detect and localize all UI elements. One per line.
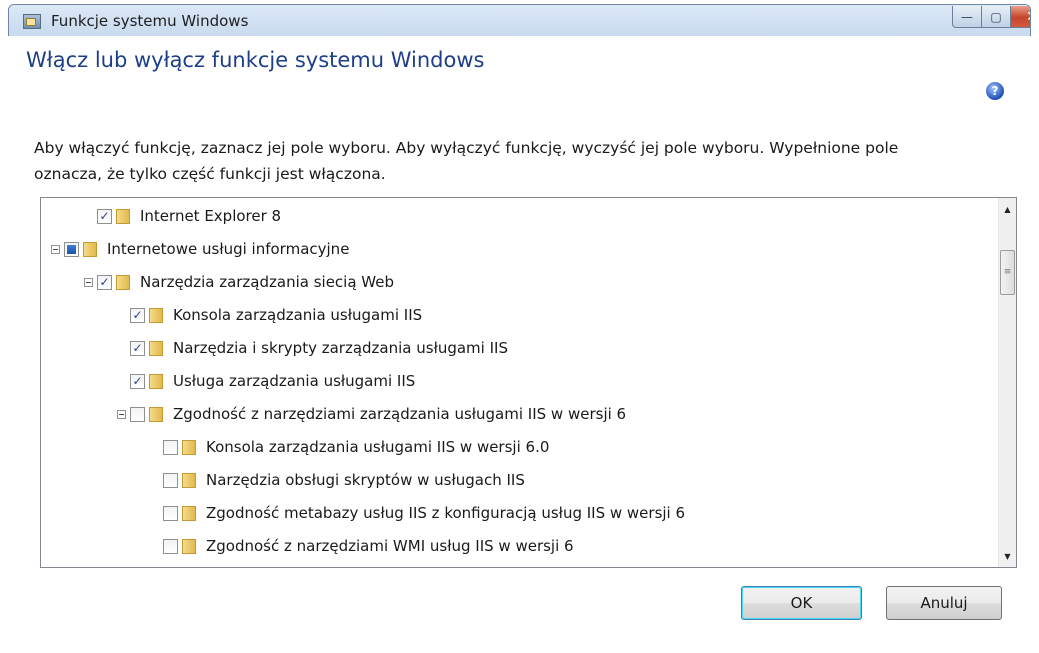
tree-item[interactable]: ✓ Konsola zarządzania usługami IIS bbox=[117, 302, 422, 328]
description-text: Aby włączyć funkcję, zaznacz jej pole wy… bbox=[34, 139, 899, 183]
scroll-up-arrow-icon[interactable]: ▲ bbox=[999, 200, 1016, 218]
folder-icon bbox=[182, 471, 198, 489]
minimize-button[interactable]: — bbox=[952, 6, 982, 28]
tree-item[interactable]: Narzędzia obsługi skryptów w usługach II… bbox=[150, 467, 525, 493]
tree-item-label: Zgodność z narzędziami zarządzania usług… bbox=[173, 405, 627, 423]
tree-item-label: Konsola zarządzania usługami IIS bbox=[173, 306, 423, 324]
collapse-icon[interactable] bbox=[117, 409, 126, 419]
tree-item-label: Narzędzia obsługi skryptów w usługach II… bbox=[206, 471, 525, 489]
tree-item-label: Zgodność metabazy usług IIS z konfigurac… bbox=[206, 504, 686, 522]
collapse-icon[interactable] bbox=[51, 244, 60, 254]
feature-checkbox[interactable]: ✓ bbox=[130, 373, 145, 389]
feature-checkbox[interactable]: ✓ bbox=[97, 274, 112, 290]
folder-icon bbox=[116, 273, 132, 291]
tree-item[interactable]: Zgodność metabazy usług IIS z konfigurac… bbox=[150, 500, 685, 526]
cancel-button[interactable]: Anuluj bbox=[886, 586, 1002, 620]
tree-item[interactable]: ✓ Narzędzia i skrypty zarządzania usługam… bbox=[117, 335, 508, 361]
tree-item-label: Internetowe usługi informacyjne bbox=[107, 240, 350, 258]
feature-checkbox[interactable] bbox=[64, 241, 79, 257]
folder-icon bbox=[149, 339, 165, 357]
feature-checkbox[interactable]: ✓ bbox=[130, 307, 145, 323]
feature-checkbox[interactable] bbox=[130, 406, 145, 422]
tree-item[interactable]: Zgodność z narzędziami zarządzania usług… bbox=[117, 401, 626, 427]
page-heading: Włącz lub wyłącz funkcje systemu Windows bbox=[26, 48, 485, 72]
tree-item[interactable]: Zgodność z narzędziami WMI usług IIS w w… bbox=[150, 533, 574, 559]
tree-item-label: Konsola zarządzania usługami IIS w wersj… bbox=[206, 438, 550, 456]
vertical-scrollbar[interactable]: ▲ ≡ ▼ bbox=[998, 198, 1016, 567]
folder-icon bbox=[182, 537, 198, 555]
tree-item[interactable]: Serwer FTP bbox=[84, 566, 224, 567]
control-panel-icon bbox=[23, 14, 41, 29]
tree-item[interactable]: ✓ Narzędzia zarządzania siecią Web bbox=[84, 269, 394, 295]
help-icon[interactable]: ? bbox=[986, 82, 1004, 100]
folder-icon bbox=[149, 306, 165, 324]
collapse-icon[interactable] bbox=[84, 277, 93, 287]
features-tree-list: ✓ Internet Explorer 8 Internetowe usługi i… bbox=[41, 198, 998, 567]
title-bar[interactable]: Funkcje systemu Windows — ▢ ✕ bbox=[9, 5, 1030, 37]
tree-item-label: Internet Explorer 8 bbox=[140, 207, 282, 225]
feature-checkbox[interactable] bbox=[163, 505, 178, 521]
folder-icon bbox=[149, 405, 165, 423]
scroll-down-arrow-icon[interactable]: ▼ bbox=[999, 547, 1016, 565]
ok-button[interactable]: OK bbox=[741, 586, 862, 620]
folder-icon bbox=[83, 240, 99, 258]
folder-icon bbox=[116, 207, 132, 225]
tree-item[interactable]: Konsola zarządzania usługami IIS w wersj… bbox=[150, 434, 549, 460]
folder-icon bbox=[182, 504, 198, 522]
features-tree: ✓ Internet Explorer 8 Internetowe usługi i… bbox=[40, 197, 1017, 568]
window-title: Funkcje systemu Windows bbox=[51, 12, 249, 30]
maximize-button[interactable]: ▢ bbox=[981, 6, 1011, 28]
feature-checkbox[interactable]: ✓ bbox=[97, 208, 112, 224]
tree-item[interactable]: ✓ Usługa zarządzania usługami IIS bbox=[117, 368, 415, 394]
folder-icon bbox=[149, 372, 165, 390]
scroll-thumb[interactable]: ≡ bbox=[1000, 250, 1015, 295]
feature-checkbox[interactable] bbox=[163, 472, 178, 488]
tree-item-label: Zgodność z narzędziami WMI usług IIS w w… bbox=[206, 537, 574, 555]
feature-checkbox[interactable]: ✓ bbox=[130, 340, 145, 356]
tree-item[interactable]: Internetowe usługi informacyjne bbox=[51, 236, 349, 262]
tree-item-label: Narzędzia i skrypty zarządzania usługami… bbox=[173, 339, 508, 357]
feature-checkbox[interactable] bbox=[163, 439, 178, 455]
tree-item-label: Usługa zarządzania usługami IIS bbox=[173, 372, 416, 390]
tree-item[interactable]: ✓ Internet Explorer 8 bbox=[84, 203, 281, 229]
folder-icon bbox=[182, 438, 198, 456]
close-button[interactable]: ✕ bbox=[1010, 6, 1030, 28]
tree-item-label: Narzędzia zarządzania siecią Web bbox=[140, 273, 395, 291]
feature-checkbox[interactable] bbox=[163, 538, 178, 554]
